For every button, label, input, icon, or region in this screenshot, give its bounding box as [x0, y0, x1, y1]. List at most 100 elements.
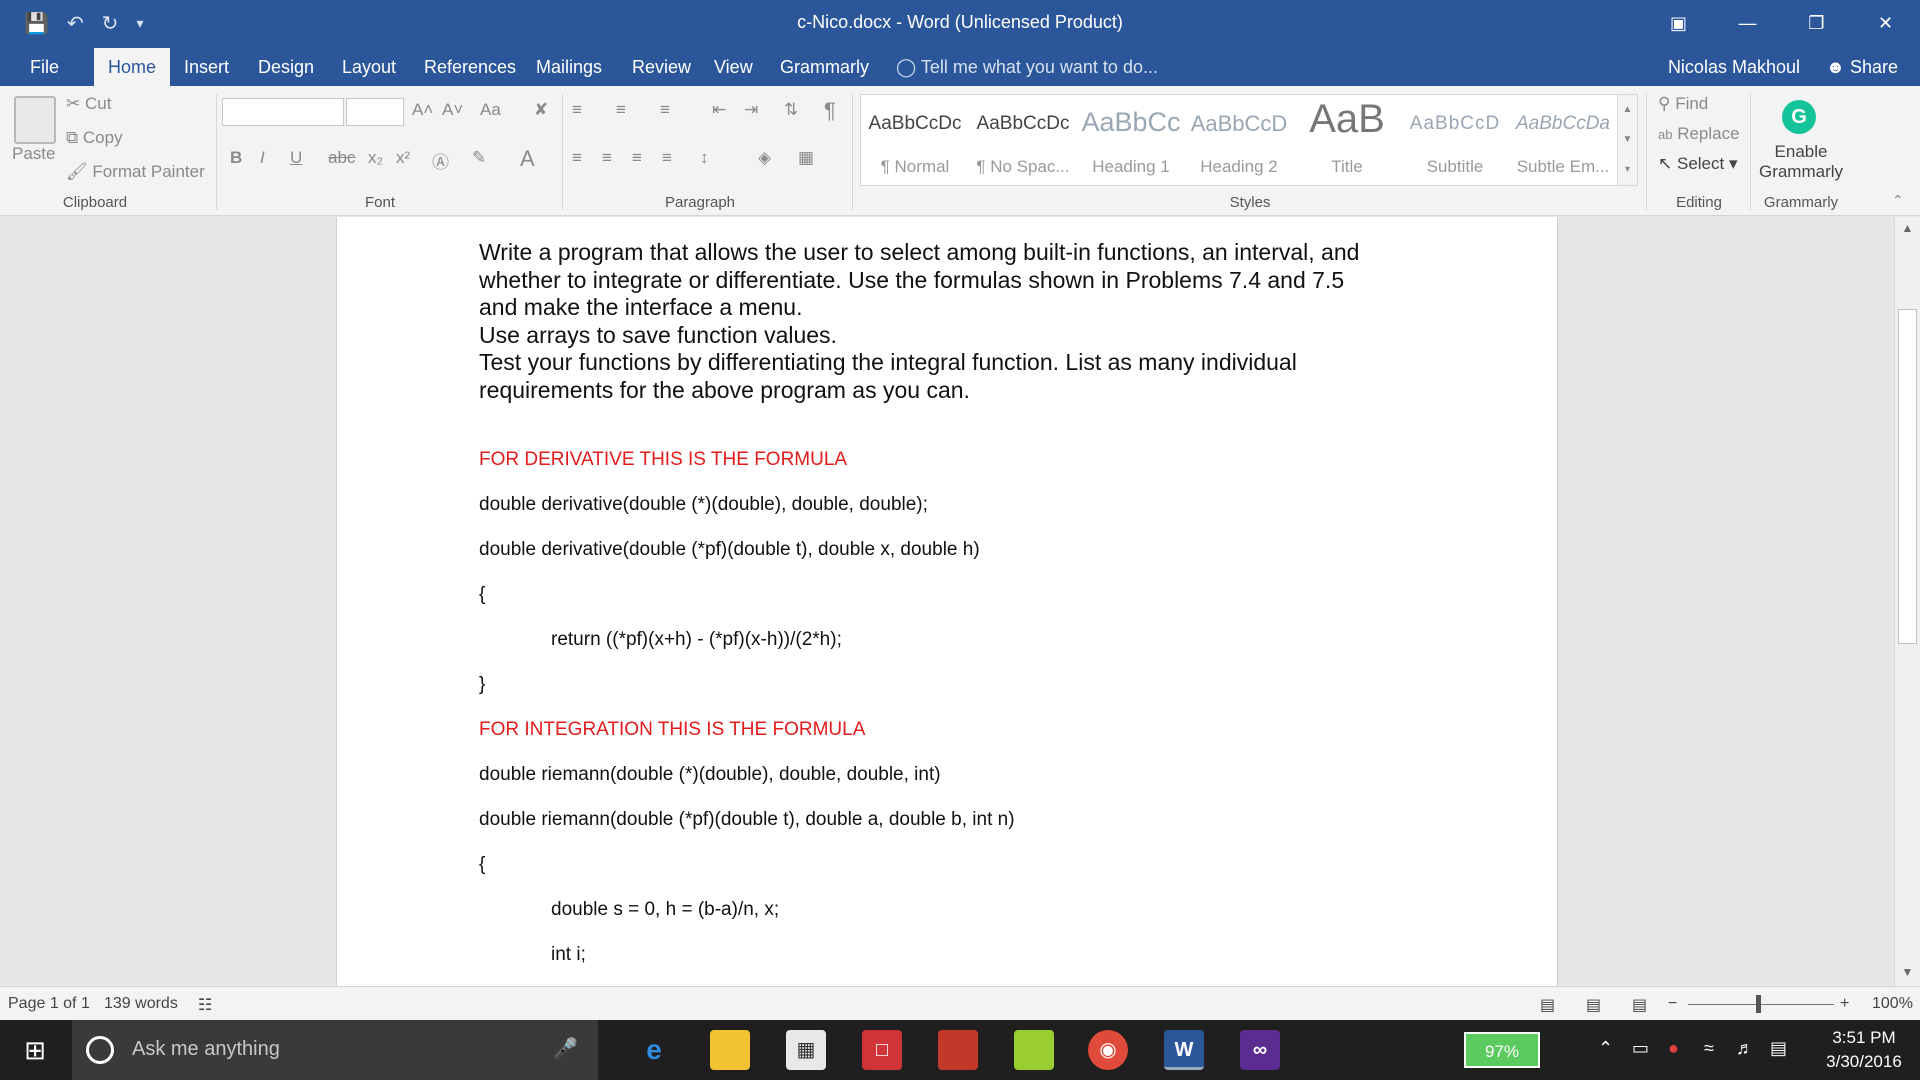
zoom-in-icon[interactable]: +	[1840, 995, 1849, 1013]
tray-overflow-icon[interactable]: ⌃	[1598, 1038, 1613, 1059]
align-center-icon[interactable]: ≡	[602, 148, 612, 168]
ribbon-display-icon[interactable]: ▣	[1644, 0, 1713, 46]
zoom-slider[interactable]	[1688, 1004, 1834, 1005]
close-icon[interactable]: ✕	[1851, 0, 1920, 46]
zoom-out-icon[interactable]: −	[1668, 995, 1677, 1013]
paste-icon[interactable]	[14, 96, 56, 144]
enable-grammarly-button[interactable]: Enable Grammarly	[1756, 142, 1846, 182]
select-button[interactable]: ↖ Select ▾	[1658, 154, 1738, 174]
decrease-indent-icon[interactable]: ⇤	[712, 100, 726, 120]
font-size-combo[interactable]	[346, 98, 404, 126]
antivirus-icon[interactable]: ●	[1668, 1038, 1679, 1059]
style-title[interactable]: AaB Title	[1293, 95, 1401, 185]
wifi-icon[interactable]: ≈	[1704, 1038, 1714, 1059]
numbering-icon[interactable]: ≡	[616, 100, 626, 120]
zoom-level[interactable]: 100%	[1872, 995, 1913, 1013]
microphone-icon[interactable]: 🎤	[553, 1036, 578, 1061]
volume-icon[interactable]: ♬	[1736, 1038, 1754, 1059]
shrink-font-button[interactable]: A˅	[442, 100, 463, 120]
tab-layout[interactable]: Layout	[330, 48, 408, 86]
sticky-notes-icon[interactable]	[1014, 1030, 1054, 1070]
battery-indicator[interactable]: 97%	[1464, 1032, 1540, 1068]
style-no-spacing[interactable]: AaBbCcDc ¶ No Spac...	[969, 95, 1077, 185]
minimize-icon[interactable]: —	[1713, 0, 1782, 46]
edge-icon[interactable]: e	[634, 1030, 674, 1070]
reader-icon[interactable]: □	[862, 1030, 902, 1070]
tab-view[interactable]: View	[702, 48, 765, 86]
underline-button[interactable]: U	[290, 148, 302, 168]
tab-home[interactable]: Home	[94, 48, 170, 86]
word-icon[interactable]: W	[1164, 1030, 1204, 1070]
italic-button[interactable]: I	[260, 148, 265, 168]
tab-references[interactable]: References	[412, 48, 528, 86]
bullets-icon[interactable]: ≡	[572, 100, 582, 120]
style-subtitle[interactable]: AaBbCcD Subtitle	[1401, 95, 1509, 185]
bold-button[interactable]: B	[230, 148, 242, 168]
restore-icon[interactable]: ❐	[1782, 0, 1851, 46]
grow-font-button[interactable]: A˄	[412, 100, 433, 120]
align-left-icon[interactable]: ≡	[572, 148, 582, 168]
tell-me-box[interactable]: ◯ Tell me what you want to do...	[896, 48, 1158, 86]
change-case-button[interactable]: Aa	[480, 100, 501, 120]
paste-button[interactable]: Paste	[12, 144, 55, 164]
tab-mailings[interactable]: Mailings	[524, 48, 614, 86]
zoom-slider-thumb[interactable]	[1756, 995, 1761, 1013]
share-button[interactable]: ☻ Share	[1826, 48, 1898, 86]
find-button[interactable]: ⚲ Find	[1658, 94, 1708, 114]
visual-studio-icon[interactable]: ∞	[1240, 1030, 1280, 1070]
multilevel-list-icon[interactable]: ≡	[660, 100, 670, 120]
clear-formatting-icon[interactable]: ✘	[534, 100, 548, 120]
proofing-icon[interactable]: ☷	[198, 995, 212, 1015]
tab-design[interactable]: Design	[246, 48, 326, 86]
line-spacing-icon[interactable]: ↕	[700, 148, 709, 168]
app-icon[interactable]	[938, 1030, 978, 1070]
user-name[interactable]: Nicolas Makhoul	[1668, 48, 1800, 86]
store-icon[interactable]: ▦	[786, 1030, 826, 1070]
grammarly-icon[interactable]: G	[1782, 100, 1816, 134]
battery-icon[interactable]: ▭	[1632, 1038, 1649, 1059]
shading-icon[interactable]: ◈	[758, 148, 771, 168]
strikethrough-button[interactable]: abc	[328, 148, 355, 168]
superscript-button[interactable]: x²	[396, 148, 410, 168]
format-painter-button[interactable]: 🖌 Format Painter	[66, 162, 205, 182]
word-count[interactable]: 139 words	[104, 995, 178, 1013]
scroll-down-icon[interactable]: ▼	[1895, 965, 1920, 979]
copy-button[interactable]: ⧉ Copy	[66, 128, 123, 148]
style-subtle-emphasis[interactable]: AaBbCcDa Subtle Em...	[1509, 95, 1617, 185]
style-heading-2[interactable]: AaBbCcD Heading 2	[1185, 95, 1293, 185]
cut-button[interactable]: ✂ Cut	[66, 94, 111, 114]
replace-button[interactable]: ab Replace	[1658, 124, 1740, 144]
pilcrow-icon[interactable]: ¶	[824, 98, 836, 124]
increase-indent-icon[interactable]: ⇥	[744, 100, 758, 120]
tab-insert[interactable]: Insert	[172, 48, 241, 86]
vertical-scrollbar[interactable]: ▲ ▼	[1894, 217, 1920, 986]
print-layout-icon[interactable]: ▤	[1586, 995, 1601, 1015]
style-heading-1[interactable]: AaBbCc Heading 1	[1077, 95, 1185, 185]
tab-file[interactable]: File	[18, 48, 71, 86]
font-color-icon[interactable]: A	[520, 146, 535, 172]
read-mode-icon[interactable]: ▤	[1540, 995, 1555, 1015]
tab-grammarly[interactable]: Grammarly	[768, 48, 881, 86]
scroll-thumb[interactable]	[1898, 309, 1917, 644]
styles-scroll[interactable]: ▲ ▼ ▾	[1617, 95, 1637, 185]
notifications-icon[interactable]: ▤	[1770, 1038, 1787, 1059]
style-normal[interactable]: AaBbCcDc ¶ Normal	[861, 95, 969, 185]
page-count[interactable]: Page 1 of 1	[8, 995, 90, 1013]
chrome-icon[interactable]: ◉	[1088, 1030, 1128, 1070]
file-explorer-icon[interactable]	[710, 1030, 750, 1070]
sort-icon[interactable]: ⇅	[784, 100, 798, 120]
collapse-ribbon-icon[interactable]: ⌃	[1892, 192, 1904, 209]
cortana-search-box[interactable]: Ask me anything 🎤	[72, 1020, 598, 1080]
borders-icon[interactable]: ▦	[798, 148, 814, 168]
font-name-combo[interactable]	[222, 98, 344, 126]
align-right-icon[interactable]: ≡	[632, 148, 642, 168]
document-page[interactable]: Write a program that allows the user to …	[336, 217, 1558, 986]
subscript-button[interactable]: x₂	[368, 148, 383, 168]
justify-icon[interactable]: ≡	[662, 148, 672, 168]
tab-review[interactable]: Review	[620, 48, 703, 86]
clock[interactable]: 3:51 PM 3/30/2016	[1814, 1026, 1914, 1074]
text-effects-icon[interactable]: Ⓐ	[432, 148, 449, 173]
web-layout-icon[interactable]: ▤	[1632, 995, 1647, 1015]
highlight-icon[interactable]: ✎	[472, 148, 486, 168]
windows-start-icon[interactable]: ⊞	[0, 1020, 70, 1080]
